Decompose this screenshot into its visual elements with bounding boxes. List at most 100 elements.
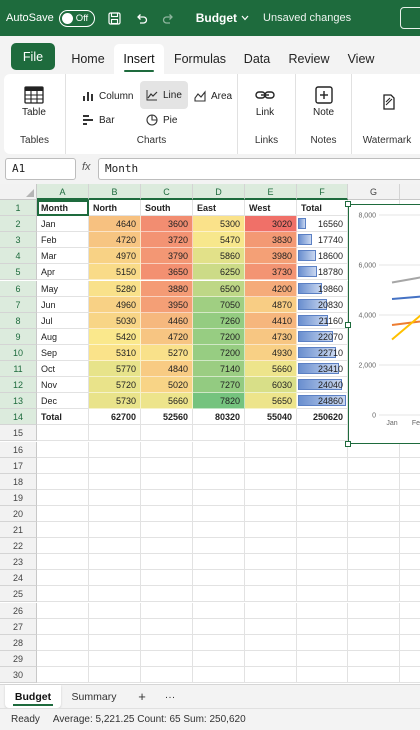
- sheet-tab-summary[interactable]: Summary: [64, 685, 124, 708]
- cell-f24[interactable]: [297, 570, 348, 587]
- cell-c22[interactable]: [141, 538, 193, 555]
- cell-c5[interactable]: 3650: [141, 264, 193, 281]
- cell-a26[interactable]: [37, 602, 89, 619]
- cell-a23[interactable]: [37, 554, 89, 571]
- file-tab[interactable]: File: [11, 43, 55, 70]
- cell-b5[interactable]: 5150: [89, 264, 141, 281]
- cell-f22[interactable]: [297, 538, 348, 555]
- cell-f8[interactable]: 21160: [297, 312, 348, 329]
- cell-c21[interactable]: [141, 522, 193, 539]
- cell-f1[interactable]: Total: [297, 200, 348, 217]
- cell-c30[interactable]: [141, 666, 193, 683]
- cell-f15[interactable]: [297, 425, 348, 442]
- cell-b25[interactable]: [89, 586, 141, 603]
- cell-f29[interactable]: [297, 650, 348, 667]
- row-header-5[interactable]: 5: [0, 264, 37, 281]
- row-header-15[interactable]: 15: [0, 425, 37, 442]
- cell-e17[interactable]: [245, 457, 297, 474]
- cell-d11[interactable]: 7140: [193, 361, 245, 378]
- cell-a17[interactable]: [37, 457, 89, 474]
- pie-chart-button[interactable]: Pie: [142, 110, 181, 130]
- cell-d4[interactable]: 5860: [193, 248, 245, 265]
- row-header-26[interactable]: 26: [0, 602, 37, 619]
- cell-c17[interactable]: [141, 457, 193, 474]
- cell-f28[interactable]: [297, 634, 348, 651]
- cell-g18[interactable]: [348, 473, 400, 490]
- chart-resize-handle[interactable]: [345, 322, 351, 328]
- cell-c13[interactable]: 5660: [141, 393, 193, 410]
- cell-d13[interactable]: 7820: [193, 393, 245, 410]
- cell-d17[interactable]: [193, 457, 245, 474]
- watermark-button[interactable]: [382, 94, 396, 113]
- cell-a25[interactable]: [37, 586, 89, 603]
- cell-c6[interactable]: 3880: [141, 280, 193, 297]
- cell-g19[interactable]: [348, 489, 400, 506]
- cell-b14[interactable]: 62700: [89, 409, 141, 426]
- cell-c7[interactable]: 3950: [141, 296, 193, 313]
- cell-f30[interactable]: [297, 666, 348, 683]
- column-header-c[interactable]: C: [141, 184, 193, 200]
- cell-a24[interactable]: [37, 570, 89, 587]
- tab-review[interactable]: Review: [283, 44, 335, 74]
- cell-h24[interactable]: [400, 570, 420, 587]
- cell-b11[interactable]: 5770: [89, 361, 141, 378]
- cell-c3[interactable]: 3720: [141, 232, 193, 249]
- row-header-29[interactable]: 29: [0, 650, 37, 667]
- cell-a7[interactable]: Jun: [37, 296, 89, 313]
- cell-c16[interactable]: [141, 441, 193, 458]
- cell-h22[interactable]: [400, 538, 420, 555]
- cell-g20[interactable]: [348, 505, 400, 522]
- cell-g26[interactable]: [348, 602, 400, 619]
- cell-d10[interactable]: 7200: [193, 344, 245, 361]
- cell-g25[interactable]: [348, 586, 400, 603]
- row-header-8[interactable]: 8: [0, 312, 37, 329]
- table-button[interactable]: Table: [22, 86, 46, 118]
- cell-g30[interactable]: [348, 666, 400, 683]
- cell-a1[interactable]: Month: [37, 200, 89, 217]
- cell-e15[interactable]: [245, 425, 297, 442]
- cell-h27[interactable]: [400, 619, 420, 635]
- cell-c12[interactable]: 5020: [141, 377, 193, 394]
- cell-g29[interactable]: [348, 650, 400, 667]
- cell-b24[interactable]: [89, 570, 141, 587]
- cell-d14[interactable]: 80320: [193, 409, 245, 426]
- more-sheets-button[interactable]: ···: [158, 685, 182, 708]
- chart-resize-handle[interactable]: [345, 441, 351, 447]
- cell-c29[interactable]: [141, 650, 193, 667]
- row-header-18[interactable]: 18: [0, 473, 37, 490]
- redo-icon[interactable]: [162, 11, 176, 25]
- chevron-down-icon[interactable]: [241, 13, 249, 23]
- cell-b17[interactable]: [89, 457, 141, 474]
- cell-e28[interactable]: [245, 634, 297, 651]
- row-header-2[interactable]: 2: [0, 216, 37, 233]
- link-button[interactable]: Link: [255, 86, 275, 118]
- cell-d12[interactable]: 7270: [193, 377, 245, 394]
- cell-b10[interactable]: 5310: [89, 344, 141, 361]
- cell-f20[interactable]: [297, 505, 348, 522]
- cell-b16[interactable]: [89, 441, 141, 458]
- cell-e11[interactable]: 5660: [245, 361, 297, 378]
- search-box[interactable]: [400, 7, 420, 29]
- row-header-16[interactable]: 16: [0, 441, 37, 458]
- tab-insert[interactable]: Insert: [114, 44, 164, 74]
- cell-c20[interactable]: [141, 505, 193, 522]
- cell-e24[interactable]: [245, 570, 297, 587]
- cell-b1[interactable]: North: [89, 200, 141, 217]
- cell-h20[interactable]: [400, 506, 420, 522]
- cell-c28[interactable]: [141, 634, 193, 651]
- cell-d26[interactable]: [193, 602, 245, 619]
- cell-b2[interactable]: 4640: [89, 216, 141, 233]
- cell-h30[interactable]: [400, 667, 420, 683]
- column-header-e[interactable]: E: [245, 184, 297, 200]
- cell-d8[interactable]: 7260: [193, 312, 245, 329]
- cell-d25[interactable]: [193, 586, 245, 603]
- row-header-12[interactable]: 12: [0, 377, 37, 394]
- row-header-17[interactable]: 17: [0, 457, 37, 474]
- cell-g22[interactable]: [348, 538, 400, 555]
- document-title[interactable]: Budget: [196, 11, 237, 25]
- cell-a12[interactable]: Nov: [37, 377, 89, 394]
- cell-e18[interactable]: [245, 473, 297, 490]
- row-header-24[interactable]: 24: [0, 570, 37, 587]
- row-header-4[interactable]: 4: [0, 248, 37, 265]
- cell-a11[interactable]: Oct: [37, 361, 89, 378]
